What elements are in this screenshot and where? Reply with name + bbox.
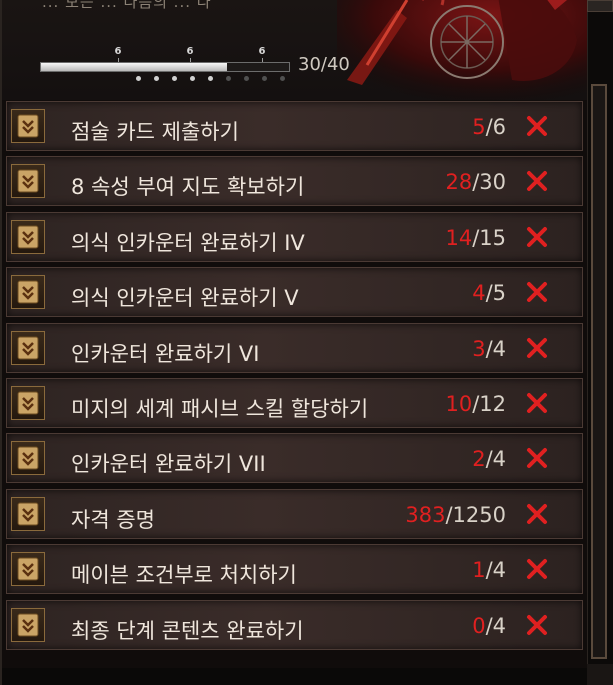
scroll-chevron-icon[interactable] bbox=[11, 552, 45, 586]
task-label: 인카운터 완료하기 VII bbox=[71, 452, 266, 476]
header-partial-text: ... 보는 ... 다음의 ... 다 bbox=[42, 0, 212, 11]
progress-bar: 6 6 6 bbox=[40, 40, 290, 90]
scroll-chevron-icon[interactable] bbox=[11, 275, 45, 309]
task-current: 383 bbox=[405, 503, 446, 527]
task-current: 14 bbox=[445, 226, 473, 250]
close-icon[interactable] bbox=[525, 225, 549, 249]
scroll-chevron-icon[interactable] bbox=[11, 497, 45, 531]
task-progress: 4/5 bbox=[472, 281, 506, 305]
task-row[interactable]: 메이븐 조건부로 처치하기 1/4 bbox=[6, 544, 583, 594]
task-list: 점술 카드 제출하기 5/6 8 속성 부여 지도 확보하기 28/30 의식 인카운터… bbox=[6, 101, 583, 666]
scroll-chevron-icon[interactable] bbox=[11, 331, 45, 365]
task-total: /1250 bbox=[445, 503, 506, 527]
task-row[interactable]: 인카운터 완료하기 VII 2/4 bbox=[6, 433, 583, 483]
task-total: /15 bbox=[472, 226, 506, 250]
task-total: /12 bbox=[472, 392, 506, 416]
task-label: 자격 증명 bbox=[71, 508, 155, 532]
scroll-chevron-icon[interactable] bbox=[11, 164, 45, 198]
task-row[interactable]: 의식 인카운터 완료하기 IV 14/15 bbox=[6, 212, 583, 262]
scrollbar-up-button[interactable] bbox=[587, 0, 613, 12]
task-total: /4 bbox=[485, 614, 506, 638]
task-progress: 3/4 bbox=[472, 337, 506, 361]
task-total: /4 bbox=[485, 558, 506, 582]
task-current: 5 bbox=[472, 115, 486, 139]
task-row[interactable]: 점술 카드 제출하기 5/6 bbox=[6, 101, 583, 151]
task-current: 10 bbox=[445, 392, 473, 416]
task-total: /4 bbox=[485, 447, 506, 471]
close-icon[interactable] bbox=[525, 502, 549, 526]
close-icon[interactable] bbox=[525, 613, 549, 637]
scrollbar-thumb[interactable] bbox=[591, 84, 607, 659]
task-label: 인카운터 완료하기 VI bbox=[71, 342, 260, 366]
panel-header: ... 보는 ... 다음의 ... 다 6 6 6 30/40 bbox=[2, 0, 613, 100]
progress-empty bbox=[227, 63, 289, 71]
task-total: /4 bbox=[485, 337, 506, 361]
task-progress: 383/1250 bbox=[405, 503, 506, 527]
task-current: 1 bbox=[472, 558, 486, 582]
task-progress: 0/4 bbox=[472, 614, 506, 638]
scroll-chevron-icon[interactable] bbox=[11, 386, 45, 420]
task-row[interactable]: 인카운터 완료하기 VI 3/4 bbox=[6, 323, 583, 373]
close-icon[interactable] bbox=[525, 114, 549, 138]
task-current: 0 bbox=[472, 614, 486, 638]
task-row[interactable]: 미지의 세계 패시브 스킬 할당하기 10/12 bbox=[6, 378, 583, 428]
milestone-3: 6 bbox=[258, 46, 266, 57]
challenge-panel: ... 보는 ... 다음의 ... 다 6 6 6 30/40 점술 카드 제… bbox=[0, 0, 613, 685]
task-current: 3 bbox=[472, 337, 486, 361]
task-total: /5 bbox=[485, 281, 506, 305]
task-label: 점술 카드 제출하기 bbox=[71, 120, 239, 144]
task-label: 미지의 세계 패시브 스킬 할당하기 bbox=[71, 397, 369, 421]
close-icon[interactable] bbox=[525, 446, 549, 470]
task-progress: 1/4 bbox=[472, 558, 506, 582]
scroll-chevron-icon[interactable] bbox=[11, 441, 45, 475]
task-label: 메이븐 조건부로 처치하기 bbox=[71, 563, 297, 587]
scroll-chevron-icon[interactable] bbox=[11, 608, 45, 642]
task-total: /30 bbox=[472, 170, 506, 194]
task-row[interactable]: 8 속성 부여 지도 확보하기 28/30 bbox=[6, 156, 583, 206]
task-progress: 14/15 bbox=[445, 226, 506, 250]
close-icon[interactable] bbox=[525, 557, 549, 581]
scroll-chevron-icon[interactable] bbox=[11, 220, 45, 254]
task-progress: 28/30 bbox=[445, 170, 506, 194]
progress-fill bbox=[41, 63, 227, 71]
task-label: 최종 단계 콘텐츠 완료하기 bbox=[71, 619, 304, 643]
scrollbar-bottom bbox=[587, 664, 613, 685]
task-total: /6 bbox=[485, 115, 506, 139]
milestone-1: 6 bbox=[114, 46, 122, 57]
task-progress: 5/6 bbox=[472, 115, 506, 139]
task-row[interactable]: 자격 증명 383/1250 bbox=[6, 489, 583, 539]
task-row[interactable]: 의식 인카운터 완료하기 V 4/5 bbox=[6, 267, 583, 317]
panel-footer bbox=[2, 668, 589, 685]
task-label: 의식 인카운터 완료하기 IV bbox=[71, 231, 305, 255]
close-icon[interactable] bbox=[525, 169, 549, 193]
task-label: 8 속성 부여 지도 확보하기 bbox=[71, 175, 305, 199]
task-row[interactable]: 최종 단계 콘텐츠 완료하기 0/4 bbox=[6, 600, 583, 650]
scroll-chevron-icon[interactable] bbox=[11, 109, 45, 143]
task-progress: 2/4 bbox=[472, 447, 506, 471]
task-label: 의식 인카운터 완료하기 V bbox=[71, 286, 299, 310]
close-icon[interactable] bbox=[525, 391, 549, 415]
close-icon[interactable] bbox=[525, 280, 549, 304]
task-current: 4 bbox=[472, 281, 486, 305]
milestone-2: 6 bbox=[186, 46, 194, 57]
task-progress: 10/12 bbox=[445, 392, 506, 416]
emblem-icon bbox=[337, 0, 613, 100]
task-current: 28 bbox=[445, 170, 473, 194]
progress-count: 30/40 bbox=[298, 54, 350, 75]
close-icon[interactable] bbox=[525, 336, 549, 360]
task-current: 2 bbox=[472, 447, 486, 471]
